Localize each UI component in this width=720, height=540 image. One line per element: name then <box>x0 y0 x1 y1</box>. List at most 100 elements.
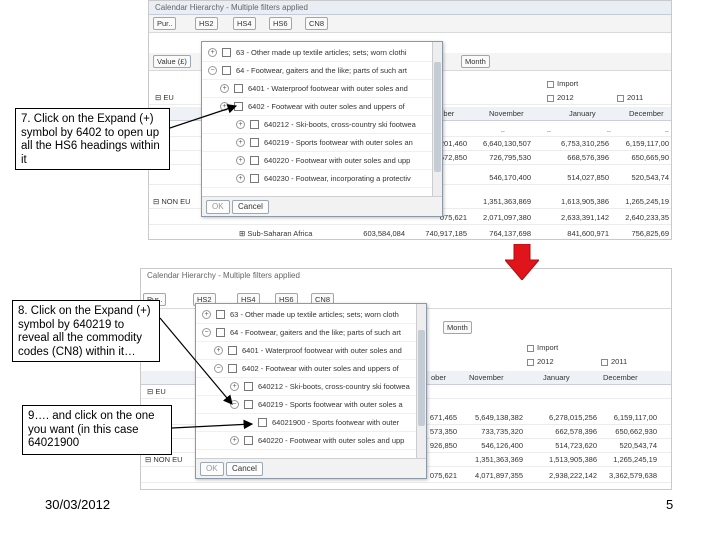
top-dim-button[interactable]: HS4 <box>233 17 256 30</box>
expand-icon[interactable]: + <box>214 346 223 355</box>
checkbox[interactable] <box>228 364 237 373</box>
checkbox[interactable] <box>222 66 231 75</box>
bottom-year-2011[interactable]: 2011 <box>601 357 627 366</box>
table-cell: 2,633,391,142 <box>561 213 609 222</box>
bottom-year-2012[interactable]: 2012 <box>527 357 554 366</box>
tree-scrollbar[interactable] <box>432 42 442 196</box>
table-cell: .. <box>606 125 611 134</box>
collapse-icon[interactable]: − <box>230 400 239 409</box>
bottom-month-button[interactable]: Month <box>443 321 472 334</box>
row-label[interactable]: ⊞ Sub-Saharan Africa <box>239 229 312 238</box>
table-cell: 764,137,698 <box>489 229 531 238</box>
tree-item[interactable]: + 63 - Other made up textile articles; s… <box>202 44 442 62</box>
top-flow-import[interactable]: Import <box>547 79 578 88</box>
table-cell: 1,513,905,386 <box>549 455 597 464</box>
table-cell: 573,350 <box>429 427 457 436</box>
row-label[interactable]: ⊟ NON EU <box>145 455 183 464</box>
tree-item[interactable]: + 640230 - Footwear, incorporating a pro… <box>202 170 442 188</box>
row-label[interactable]: ⊟ NON EU <box>153 197 191 206</box>
top-dim-button[interactable]: Pur.. <box>153 17 177 30</box>
table-cell: 3,362,579,638 <box>609 471 657 480</box>
tree-item[interactable]: + 63 - Other made up textile articles; s… <box>196 306 426 324</box>
table-cell: 520,543,74 <box>619 441 657 450</box>
tree-item[interactable]: + 640212 - Ski-boots, cross-country ski … <box>196 378 426 396</box>
bottom-screenshot: Calendar Hierarchy - Multiple filters ap… <box>140 268 672 490</box>
checkbox[interactable] <box>216 328 225 337</box>
ok-button[interactable]: OK <box>206 200 230 214</box>
expand-icon[interactable]: + <box>236 138 245 147</box>
expand-icon[interactable]: + <box>230 436 239 445</box>
top-measure-button[interactable]: Value (£) <box>153 55 191 68</box>
expand-icon[interactable]: + <box>220 84 229 93</box>
bottom-title: Calendar Hierarchy - Multiple filters ap… <box>141 269 671 283</box>
table-cell: 6,159,117,00 <box>625 139 669 148</box>
tree-item[interactable]: − 64 - Footwear, gaiters and the like; p… <box>196 324 426 342</box>
checkbox[interactable] <box>250 120 259 129</box>
expand-icon[interactable]: + <box>208 48 217 57</box>
collapse-icon[interactable]: − <box>214 364 223 373</box>
table-cell: 5,649,138,382 <box>475 413 523 422</box>
table-cell: 1,351,363,869 <box>483 197 531 206</box>
tree-item[interactable]: + 640220 - Footwear with outer soles and… <box>196 432 426 450</box>
tree-item-6402[interactable]: + 6402 - Footwear with outer soles and u… <box>202 98 442 116</box>
checkbox[interactable] <box>250 138 259 147</box>
table-cell: 572,850 <box>439 153 467 162</box>
table-cell: 740,917,185 <box>425 229 467 238</box>
column-header: ober <box>431 373 447 382</box>
table-cell: 546,170,400 <box>489 173 531 182</box>
column-header: December <box>629 109 664 118</box>
expand-icon[interactable]: + <box>230 382 239 391</box>
column-header: December <box>603 373 638 382</box>
top-title: Calendar Hierarchy - Multiple filters ap… <box>149 1 671 15</box>
checkbox[interactable] <box>234 102 243 111</box>
top-toolbar-dimensions: Pur.. HS2 HS4 HS6 CN8 <box>149 15 671 33</box>
top-dim-button[interactable]: HS2 <box>195 17 218 30</box>
column-header: November <box>469 373 504 382</box>
collapse-icon[interactable]: − <box>208 66 217 75</box>
expand-icon[interactable]: + <box>236 156 245 165</box>
checkbox[interactable] <box>222 48 231 57</box>
table-cell: 514,723,620 <box>555 441 597 450</box>
bottom-flow-import[interactable]: Import <box>527 343 558 352</box>
checkbox[interactable] <box>228 346 237 355</box>
checkbox[interactable] <box>216 310 225 319</box>
scroll-thumb[interactable] <box>434 62 441 172</box>
checkbox[interactable] <box>234 84 243 93</box>
callout-step-7: 7. Click on the Expand (+) symbol by 640… <box>15 108 170 170</box>
scroll-thumb[interactable] <box>418 330 425 426</box>
tree-item[interactable]: + 6401 - Waterproof footwear with outer … <box>196 342 426 360</box>
tree-scrollbar[interactable] <box>416 304 426 458</box>
slide: Calendar Hierarchy - Multiple filters ap… <box>0 0 720 540</box>
tree-item[interactable]: + 640212 - Ski-boots, cross-country ski … <box>202 116 442 134</box>
cancel-button[interactable]: Cancel <box>232 200 269 214</box>
ok-button[interactable]: OK <box>200 462 224 476</box>
checkbox[interactable] <box>250 174 259 183</box>
cancel-button[interactable]: Cancel <box>226 462 263 476</box>
expand-icon[interactable]: + <box>236 174 245 183</box>
row-label[interactable]: ⊟ EU <box>147 387 166 396</box>
table-cell: 6,159,117,00 <box>613 413 657 422</box>
expand-icon[interactable]: + <box>220 102 229 111</box>
table-cell: 926,850 <box>429 441 457 450</box>
table-cell: 2,640,233,35 <box>625 213 669 222</box>
collapse-icon[interactable]: − <box>202 328 211 337</box>
tree-item[interactable]: + 640220 - Footwear with outer soles and… <box>202 152 442 170</box>
expand-icon[interactable]: + <box>236 120 245 129</box>
tree-item-64021900[interactable]: 64021900 - Sports footwear with outer <box>196 414 426 432</box>
checkbox[interactable] <box>244 382 253 391</box>
tree-item-6402[interactable]: − 6402 - Footwear with outer soles and u… <box>196 360 426 378</box>
row-label[interactable]: ⊟ EU <box>155 93 174 102</box>
top-dim-button[interactable]: CN8 <box>305 17 329 30</box>
tree-item[interactable]: + 640219 - Sports footwear with outer so… <box>202 134 442 152</box>
top-month-button[interactable]: Month <box>461 55 490 68</box>
tree-item[interactable]: + 6401 - Waterproof footwear with outer … <box>202 80 442 98</box>
checkbox[interactable] <box>244 400 253 409</box>
expand-icon[interactable]: + <box>202 310 211 319</box>
tree-item-640219[interactable]: − 640219 - Sports footwear with outer so… <box>196 396 426 414</box>
tree-item[interactable]: − 64 - Footwear, gaiters and the like; p… <box>202 62 442 80</box>
callout-step-9: 9…. and click on the one you want (in th… <box>22 405 172 455</box>
checkbox[interactable] <box>244 436 253 445</box>
top-dim-button[interactable]: HS6 <box>269 17 292 30</box>
checkbox[interactable] <box>258 418 267 427</box>
checkbox[interactable] <box>250 156 259 165</box>
